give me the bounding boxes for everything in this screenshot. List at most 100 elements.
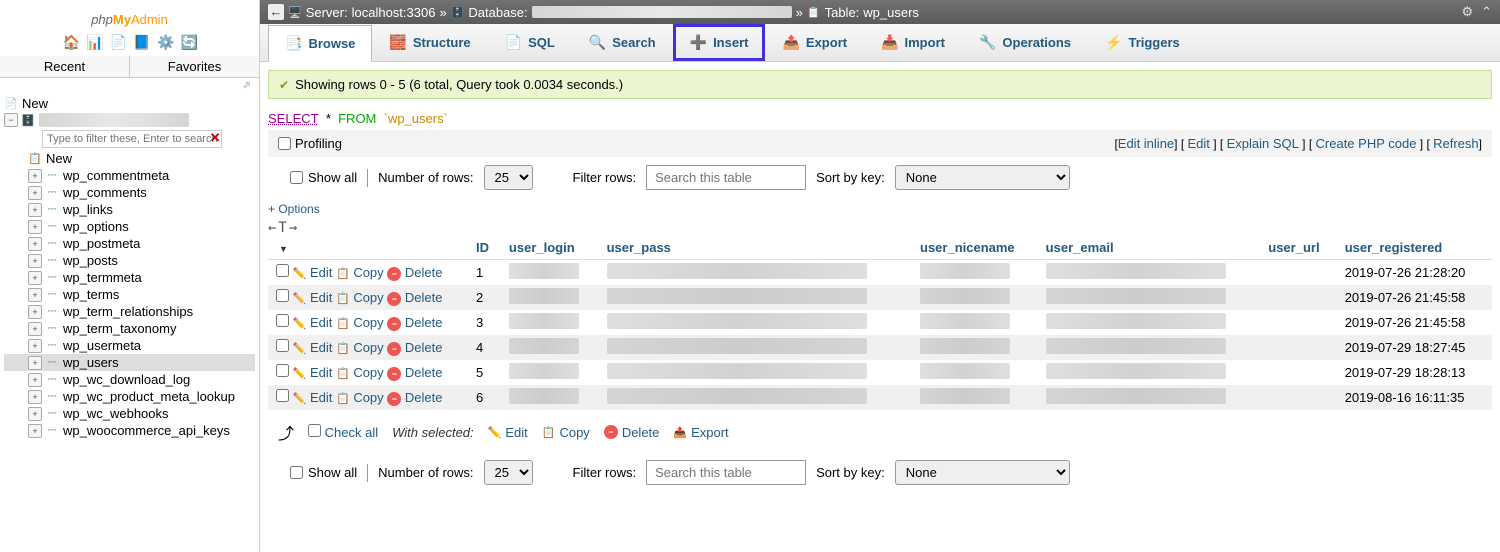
table-struct-icon[interactable]: ⎓ [45, 356, 59, 370]
num-rows-select[interactable]: 25 [484, 165, 533, 190]
expand-button[interactable]: + [28, 271, 42, 285]
edit-link[interactable]: Edit [310, 290, 332, 305]
create-php-link[interactable]: Create PHP code [1316, 136, 1417, 151]
col-user-registered[interactable]: user_registered [1337, 236, 1492, 260]
table-row[interactable]: + ⎓ wp_posts [4, 252, 255, 269]
col-user-nicename[interactable]: user_nicename [912, 236, 1038, 260]
docs-icon[interactable]: 📘 [133, 34, 149, 50]
table-struct-icon[interactable]: ⎓ [45, 390, 59, 404]
table-row[interactable]: + ⎓ wp_term_relationships [4, 303, 255, 320]
clear-filter-icon[interactable]: ✕ [210, 130, 221, 145]
table-row[interactable]: + ⎓ wp_commentmeta [4, 167, 255, 184]
row-checkbox[interactable] [276, 289, 289, 302]
expand-button[interactable]: + [28, 424, 42, 438]
table-row[interactable]: + ⎓ wp_wc_product_meta_lookup [4, 388, 255, 405]
refresh-link[interactable]: Refresh [1433, 136, 1479, 151]
expand-button[interactable]: + [28, 237, 42, 251]
table-row[interactable]: + ⎓ wp_woocommerce_api_keys [4, 422, 255, 439]
table-struct-icon[interactable]: ⎓ [45, 305, 59, 319]
tab-sql[interactable]: 📄SQL [488, 24, 572, 61]
col-user-email[interactable]: user_email [1038, 236, 1261, 260]
phpmyadmin-logo[interactable]: phpMyAdmin [0, 0, 259, 32]
expand-button[interactable]: + [28, 288, 42, 302]
edit-query-link[interactable]: Edit [1188, 136, 1210, 151]
expand-button[interactable]: + [28, 407, 42, 421]
copy-link[interactable]: Copy [353, 265, 383, 280]
col-user-login[interactable]: user_login [501, 236, 599, 260]
table-row[interactable]: + ⎓ wp_users [4, 354, 255, 371]
filter-rows-input-bottom[interactable] [646, 460, 806, 485]
row-checkbox[interactable] [276, 314, 289, 327]
copy-link[interactable]: Copy [353, 290, 383, 305]
explain-sql-link[interactable]: Explain SQL [1227, 136, 1299, 151]
recent-tab[interactable]: Recent [0, 56, 130, 77]
table-struct-icon[interactable]: ⎓ [45, 220, 59, 234]
row-checkbox[interactable] [276, 389, 289, 402]
tab-operations[interactable]: 🔧Operations [962, 24, 1088, 61]
copy-link[interactable]: Copy [353, 365, 383, 380]
col-id[interactable]: ID [468, 236, 501, 260]
column-arrows[interactable]: ←T→ [268, 220, 299, 236]
delete-link[interactable]: Delete [405, 390, 443, 405]
table-struct-icon[interactable]: ⎓ [45, 373, 59, 387]
expand-button[interactable]: + [28, 356, 42, 370]
database-link-blurred[interactable] [532, 6, 792, 18]
edit-link[interactable]: Edit [310, 315, 332, 330]
delete-link[interactable]: Delete [405, 315, 443, 330]
expand-button[interactable]: − [4, 113, 18, 127]
edit-link[interactable]: Edit [310, 340, 332, 355]
server-link[interactable]: localhost:3306 [352, 5, 436, 20]
table-struct-icon[interactable]: ⎓ [45, 322, 59, 336]
expand-button[interactable]: + [28, 254, 42, 268]
table-row[interactable]: + ⎓ wp_comments [4, 184, 255, 201]
favorites-tab[interactable]: Favorites [130, 56, 259, 77]
copy-link[interactable]: Copy [353, 390, 383, 405]
tab-triggers[interactable]: ⚡Triggers [1088, 24, 1197, 61]
expand-button[interactable]: + [28, 305, 42, 319]
table-row[interactable]: + ⎓ wp_wc_webhooks [4, 405, 255, 422]
tab-export[interactable]: 📤Export [765, 24, 864, 61]
copy-link[interactable]: Copy [353, 315, 383, 330]
options-toggle[interactable]: + Options [268, 202, 1492, 216]
table-struct-icon[interactable]: ⎓ [45, 237, 59, 251]
home-icon[interactable]: 🏠 [62, 34, 78, 50]
tab-insert[interactable]: ➕Insert [673, 24, 766, 61]
collapse-icon[interactable]: ⬀ [0, 78, 259, 93]
bulk-edit[interactable]: ✏️Edit [488, 425, 528, 440]
filter-input[interactable] [42, 130, 222, 148]
tab-import[interactable]: 📥Import [864, 24, 962, 61]
table-link[interactable]: wp_users [863, 5, 919, 20]
expand-button[interactable]: + [28, 220, 42, 234]
table-struct-icon[interactable]: ⎓ [45, 288, 59, 302]
bulk-copy[interactable]: 📋Copy [542, 425, 590, 440]
show-all-checkbox-bottom[interactable] [290, 466, 303, 479]
table-struct-icon[interactable]: ⎓ [45, 339, 59, 353]
table-row[interactable]: + ⎓ wp_links [4, 201, 255, 218]
table-struct-icon[interactable]: ⎓ [45, 186, 59, 200]
delete-link[interactable]: Delete [405, 340, 443, 355]
bulk-export[interactable]: 📤Export [673, 425, 728, 440]
logout-icon[interactable]: 📊 [86, 34, 102, 50]
row-checkbox[interactable] [276, 339, 289, 352]
col-user-url[interactable]: user_url [1260, 236, 1336, 260]
expand-button[interactable]: + [28, 169, 42, 183]
tab-browse[interactable]: 📑Browse [268, 25, 372, 62]
table-struct-icon[interactable]: ⎓ [45, 407, 59, 421]
table-row[interactable]: + ⎓ wp_usermeta [4, 337, 255, 354]
table-struct-icon[interactable]: ⎓ [45, 169, 59, 183]
expand-button[interactable]: + [28, 373, 42, 387]
copy-link[interactable]: Copy [353, 340, 383, 355]
row-checkbox[interactable] [276, 264, 289, 277]
col-user-pass[interactable]: user_pass [599, 236, 912, 260]
expand-button[interactable]: + [28, 339, 42, 353]
gear-icon[interactable]: ⚙ [1461, 4, 1473, 20]
delete-link[interactable]: Delete [405, 265, 443, 280]
delete-link[interactable]: Delete [405, 365, 443, 380]
sort-key-select[interactable]: None [895, 165, 1070, 190]
bulk-delete[interactable]: −Delete [604, 425, 660, 440]
table-struct-icon[interactable]: ⎓ [45, 424, 59, 438]
expand-button[interactable]: + [28, 322, 42, 336]
table-struct-icon[interactable]: ⎓ [45, 203, 59, 217]
num-rows-select-bottom[interactable]: 25 [484, 460, 533, 485]
reload-icon[interactable]: 🔄 [181, 34, 197, 50]
